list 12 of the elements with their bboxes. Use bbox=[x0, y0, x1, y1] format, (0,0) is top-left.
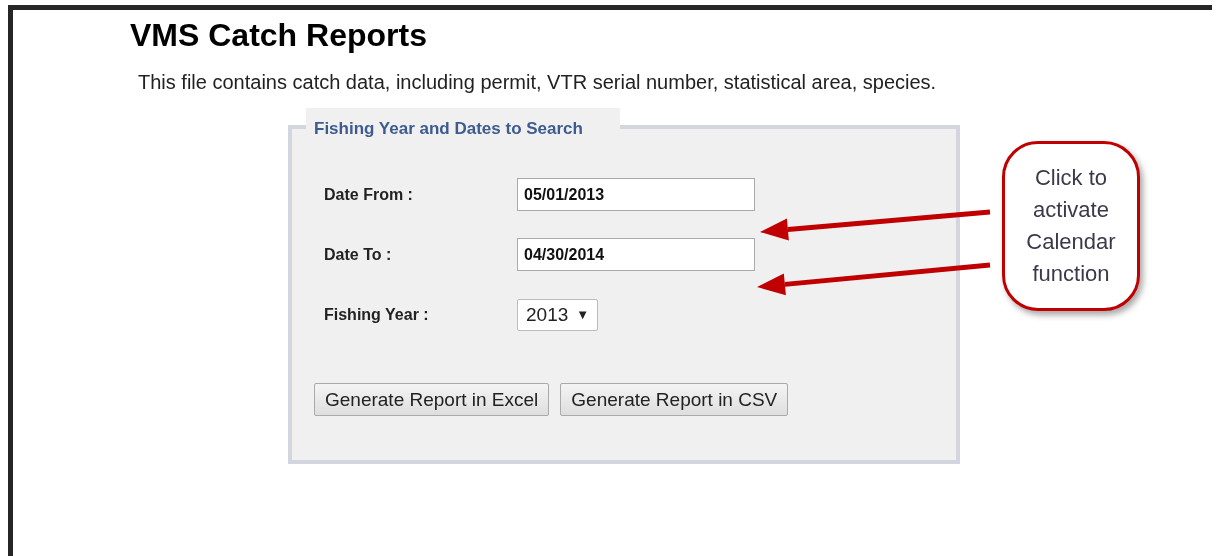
date-field[interactable]: 04/30/2014 bbox=[517, 238, 755, 271]
field-label: Date To : bbox=[324, 245, 393, 264]
generate-report-button[interactable]: Generate Report in Excel bbox=[314, 383, 550, 416]
callout-bubble: Click to activate Calendar function bbox=[1002, 141, 1140, 311]
page-title: VMS Catch Reports bbox=[130, 16, 428, 54]
field-label: Date From : bbox=[324, 185, 414, 204]
year-dropdown[interactable]: 2013 ▼ bbox=[517, 298, 599, 331]
field-label: Fishing Year : bbox=[324, 305, 430, 324]
date-field[interactable]: 05/01/2013 bbox=[517, 178, 755, 211]
page-description: This file contains catch data, including permit, VTR serial number, statistical area, species. bbox=[138, 70, 938, 94]
caret-icon: ▼ bbox=[576, 307, 590, 322]
generate-report-button[interactable]: Generate Report in CSV bbox=[560, 383, 789, 416]
